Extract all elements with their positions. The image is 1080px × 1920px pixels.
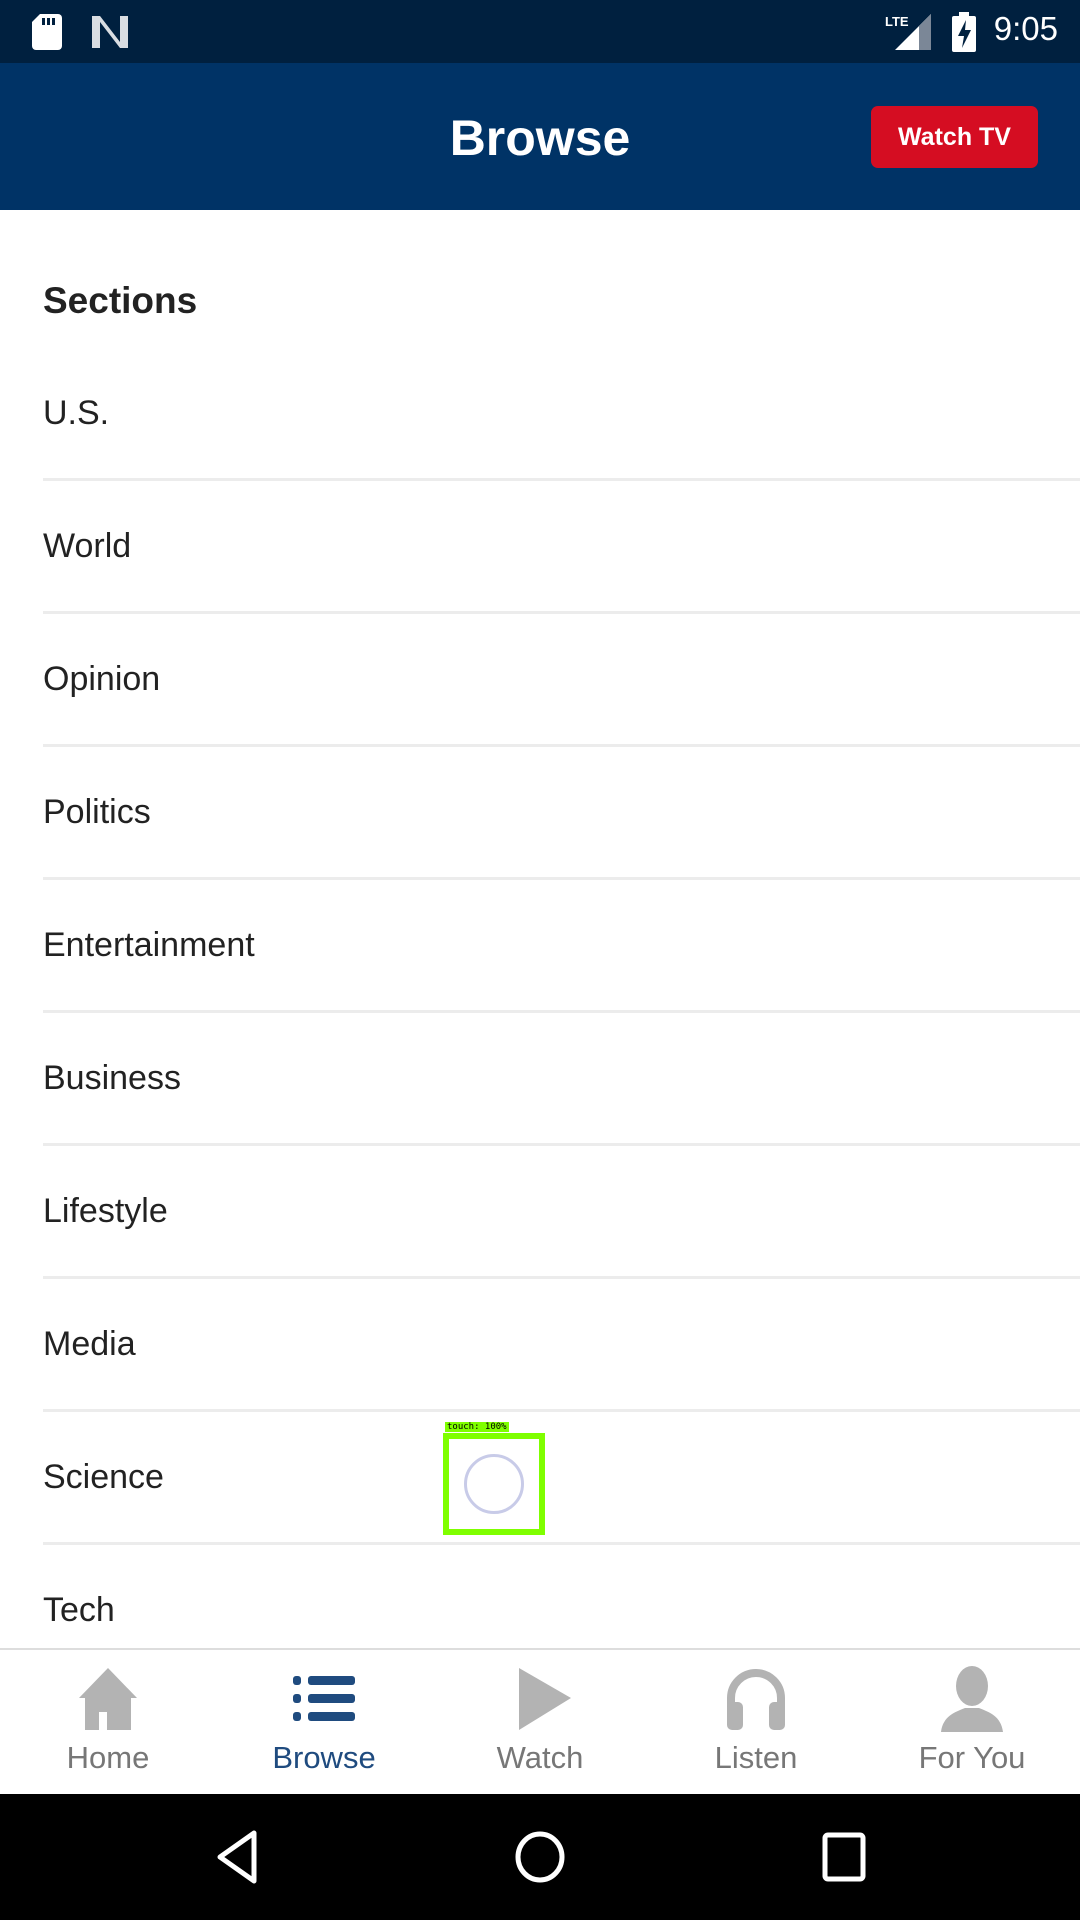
tab-label: Listen [714,1740,798,1775]
section-item-media[interactable]: Media [43,1279,1080,1412]
svg-text:LTE: LTE [885,14,909,29]
bottom-nav: Home Browse Watch Listen For You [0,1648,1080,1794]
battery-charging-icon [952,12,976,52]
clock: 9:05 [993,10,1058,47]
section-item-us[interactable]: U.S. [43,348,1080,481]
tab-home[interactable]: Home [0,1650,216,1794]
tab-label: Home [66,1740,150,1775]
touch-indicator-label: touch: 100% [445,1422,509,1432]
section-item-lifestyle[interactable]: Lifestyle [43,1146,1080,1279]
touch-indicator [443,1433,545,1535]
list-icon [293,1676,355,1721]
n-notification-icon [92,16,128,48]
section-item-entertainment[interactable]: Entertainment [43,880,1080,1013]
home-circle-icon[interactable] [513,1827,567,1887]
lte-signal-icon: LTE [885,14,931,50]
tab-label: For You [918,1740,1026,1775]
system-nav-bar [0,1794,1080,1920]
home-icon [79,1668,137,1730]
section-item-science[interactable]: Science [43,1412,1080,1545]
tab-label: Browse [272,1740,376,1775]
section-item-world[interactable]: World [43,481,1080,614]
back-icon[interactable] [212,1827,262,1887]
headphones-icon [727,1669,785,1730]
watch-tv-button[interactable]: Watch TV [871,106,1038,168]
section-item-business[interactable]: Business [43,1013,1080,1146]
section-item-opinion[interactable]: Opinion [43,614,1080,747]
section-item-politics[interactable]: Politics [43,747,1080,880]
touch-ring-icon [464,1454,524,1514]
sd-card-icon [32,14,62,50]
recents-icon[interactable] [820,1827,870,1887]
sections-heading: Sections [43,280,198,321]
tab-label: Watch [496,1740,584,1775]
tab-watch[interactable]: Watch [432,1650,648,1794]
tab-browse[interactable]: Browse [216,1650,432,1794]
status-bar: LTE 9:05 [0,0,1080,63]
tab-for-you[interactable]: For You [864,1650,1080,1794]
play-icon [519,1668,571,1730]
tab-listen[interactable]: Listen [648,1650,864,1794]
person-icon [941,1666,1003,1732]
